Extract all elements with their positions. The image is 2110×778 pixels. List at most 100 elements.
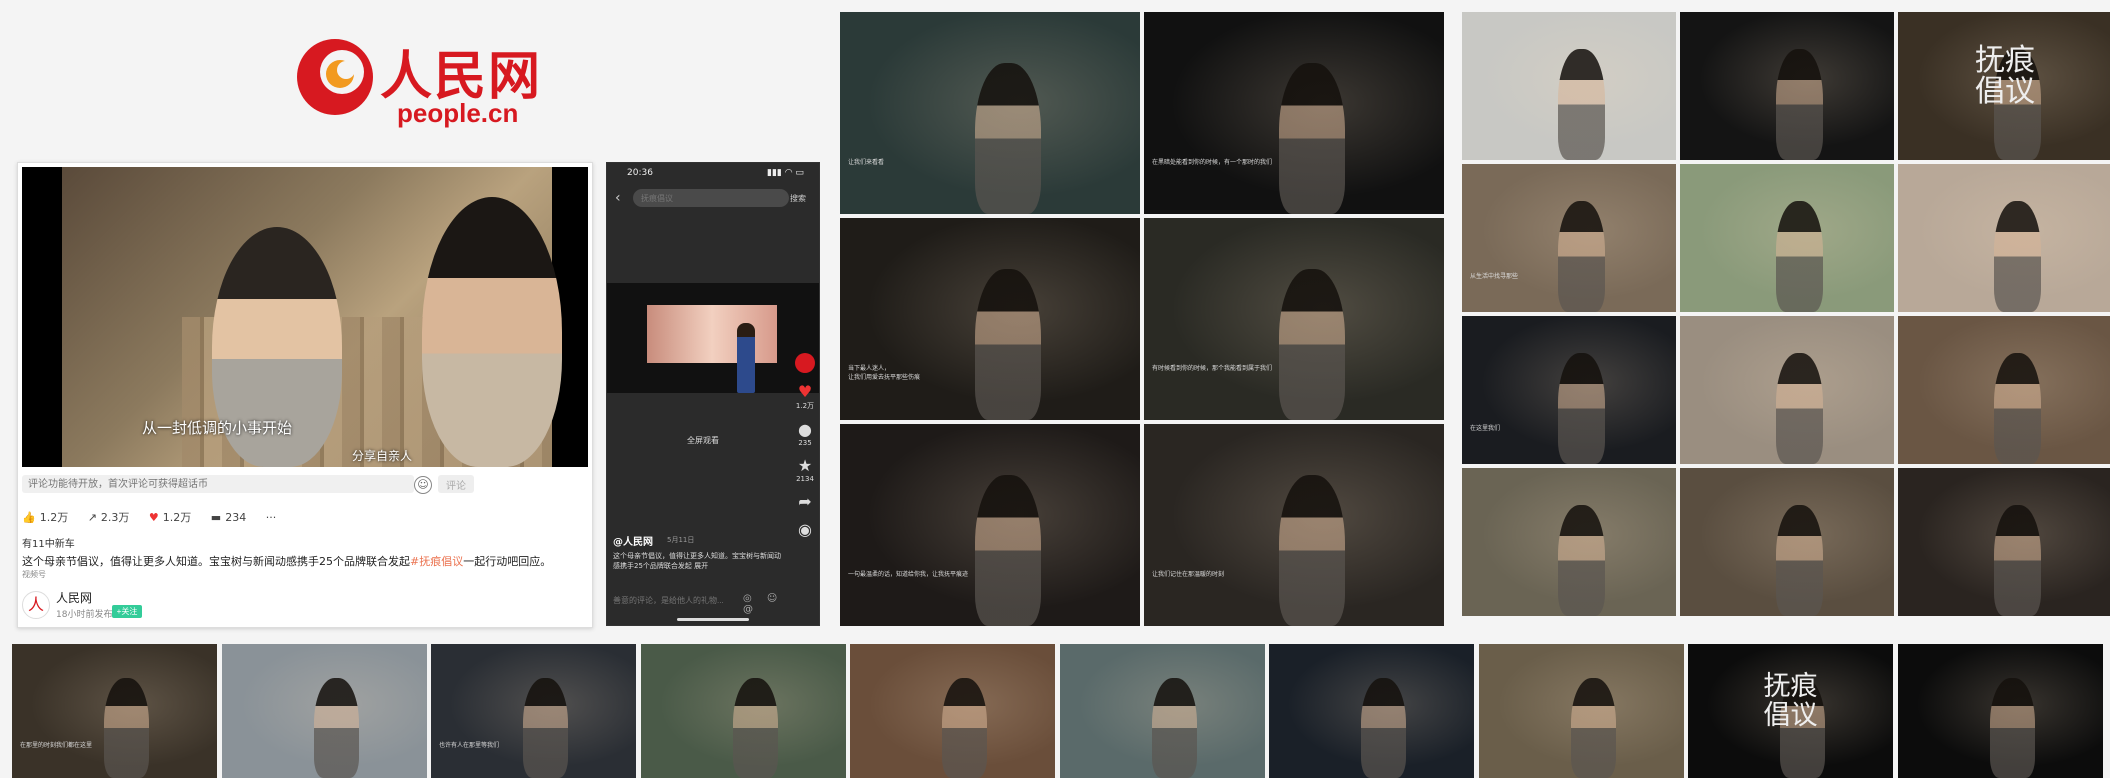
like-count: 1.2万: [39, 511, 69, 524]
person-silhouette: [1558, 49, 1606, 160]
mid-frame: 让我们来看看: [840, 12, 1140, 214]
status-bar: 20:36 ▮▮▮ ◠ ▭: [607, 163, 819, 181]
video-author[interactable]: @人民网: [613, 533, 653, 548]
weibo-video-player[interactable]: 从一封低调的小事开始 分享自亲人: [22, 167, 588, 467]
person-silhouette: [1361, 677, 1407, 778]
frame-subtitle: 从生活中找寻那些: [1470, 272, 1519, 280]
comment-icon[interactable]: ●: [793, 421, 817, 439]
bottom-frame: [640, 644, 846, 778]
frame-subtitle: 让我们记住在那温暖的时刻: [1152, 571, 1225, 579]
people-cn-logo: 人民网 people.cn: [290, 32, 550, 132]
comment-count: 235: [798, 439, 812, 447]
person-silhouette: [942, 677, 988, 778]
video-frame: 从一封低调的小事开始 分享自亲人: [62, 167, 562, 467]
hashtag-link[interactable]: #抚痕倡议: [410, 555, 463, 568]
comment-tool-icons[interactable]: ◎ ☺ @: [743, 593, 803, 615]
bottom-frame: [221, 644, 427, 778]
post-text: 这个母亲节倡议，值得让更多人知道。宝宝树与新闻动感携手25个品牌联合发起#抚痕倡…: [22, 553, 562, 569]
frame-subtitle: 当下最人迷人， 让我们用爱去抚平那些伤痕: [848, 365, 921, 382]
music-disc-icon[interactable]: ◉: [793, 521, 817, 539]
person-silhouette: [1558, 505, 1606, 616]
comment-send-button[interactable]: 评论: [438, 475, 474, 493]
comment-count: 234: [225, 511, 247, 524]
signal-icon: ▮▮▮ ◠ ▭: [767, 168, 804, 178]
person-silhouette: [1279, 62, 1345, 214]
fullscreen-button[interactable]: 全屏观看: [687, 435, 719, 446]
right-frame: [1680, 12, 1894, 160]
video-subtitle: 从一封低调的小事开始: [142, 419, 293, 437]
mid-frame: 一句最温柔的话，知道给你我，让我抚平痕迹: [840, 424, 1140, 626]
frame-subtitle: 也许有人在那里等我们: [439, 742, 500, 750]
thumbs-up-icon: 👍: [22, 511, 36, 524]
person-silhouette: [523, 677, 569, 778]
avatar[interactable]: 人: [22, 591, 50, 619]
share-button[interactable]: ↗ 2.3万: [88, 509, 130, 525]
back-icon[interactable]: ‹: [615, 189, 621, 207]
heart-icon[interactable]: ♥: [793, 383, 817, 401]
comment-input[interactable]: [22, 475, 414, 493]
author-avatar-icon[interactable]: [795, 353, 815, 373]
video-subtitle-small: 分享自亲人: [352, 449, 413, 463]
mid-frame: 有时候看到你的时候，那个我能看到属于我们: [1144, 218, 1444, 420]
people-logo-icon: [297, 39, 373, 115]
phone-video-player[interactable]: [607, 283, 819, 393]
bottom-frame: 在那里的时刻我们都在这里: [12, 644, 217, 778]
bottom-frame: [850, 644, 1055, 778]
right-frame: [1680, 164, 1894, 312]
comment-bar: ☺ 评论: [22, 473, 588, 497]
star-icon[interactable]: ★: [793, 457, 817, 475]
emoji-icon[interactable]: ☺: [414, 476, 432, 494]
person-silhouette: [1776, 201, 1824, 312]
person-silhouette: [1776, 353, 1824, 464]
right-frame: 在这里我们: [1462, 316, 1676, 464]
person-silhouette: [1776, 505, 1824, 616]
person-silhouette: [1558, 201, 1606, 312]
frame-subtitle: 一句最温柔的话，知道给你我，让我抚平痕迹: [848, 571, 969, 579]
search-input[interactable]: [633, 189, 789, 207]
author-time: 18小时前发布: [56, 610, 113, 620]
more-button[interactable]: ···: [266, 511, 277, 524]
mobile-video-screenshot: 20:36 ▮▮▮ ◠ ▭ ‹ 搜索 全屏观看 ♥ 1.2万 ● 235 ★ 2…: [606, 162, 820, 626]
post-actions: 👍 1.2万 ↗ 2.3万 ♥ 1.2万 ▬ 234 ···: [22, 509, 422, 529]
phone-comment-bar: ◎ ☺ @: [613, 591, 803, 615]
bottom-frame: [1478, 644, 1684, 778]
child-figure: [737, 323, 755, 393]
comment-icon: ▬: [210, 511, 222, 524]
comment-button[interactable]: ▬ 234: [211, 511, 246, 524]
search-button[interactable]: 搜索: [785, 189, 811, 207]
author-name[interactable]: 人民网: [56, 589, 92, 606]
person-silhouette: [1994, 353, 2042, 464]
post-meta: 有11中新车: [22, 539, 75, 550]
bottom-frame: [1269, 644, 1474, 778]
mid-frame: 当下最人迷人， 让我们用爱去抚平那些伤痕: [840, 218, 1140, 420]
follow-button[interactable]: +关注: [112, 605, 142, 618]
like-button[interactable]: 👍 1.2万: [22, 509, 68, 525]
side-actions: ♥ 1.2万 ● 235 ★ 2134 ➦ ◉: [793, 353, 817, 573]
frame-subtitle: 让我们来看看: [848, 159, 885, 167]
bottom-frame: [1059, 644, 1265, 778]
tv-screen-shape: [647, 305, 777, 363]
post-text-tail: 一起行动吧回应。: [463, 555, 552, 568]
right-frame: [1898, 316, 2110, 464]
heart-icon: ♥: [148, 511, 159, 524]
person-silhouette: [1279, 268, 1345, 420]
person-silhouette: [975, 62, 1041, 214]
person-silhouette: [1994, 505, 2042, 616]
person-silhouette: [1776, 49, 1824, 160]
bottom-frame: 也许有人在那里等我们: [431, 644, 636, 778]
comment-input[interactable]: [613, 591, 733, 609]
person-silhouette: [1558, 353, 1606, 464]
heart-button[interactable]: ♥ 1.2万: [149, 509, 191, 525]
person-silhouette: [1994, 201, 2042, 312]
share-icon: ↗: [87, 511, 97, 524]
share-icon[interactable]: ➦: [793, 493, 817, 511]
weibo-post-card: 从一封低调的小事开始 分享自亲人 ☺ 评论 👍1.2万 ↗2.3万 ♥1.2万 …: [17, 162, 593, 628]
like-count: 1.2万: [795, 402, 815, 410]
status-time: 20:36: [627, 168, 653, 178]
post-author: 人 人民网 18小时前发布 +关注: [22, 589, 322, 623]
right-frame: [1462, 12, 1676, 160]
person-silhouette: [732, 677, 778, 778]
frame-subtitle: 有时候看到你的时候，那个我能看到属于我们: [1152, 365, 1273, 373]
person-silhouette: [975, 474, 1041, 626]
person-silhouette: [975, 268, 1041, 420]
